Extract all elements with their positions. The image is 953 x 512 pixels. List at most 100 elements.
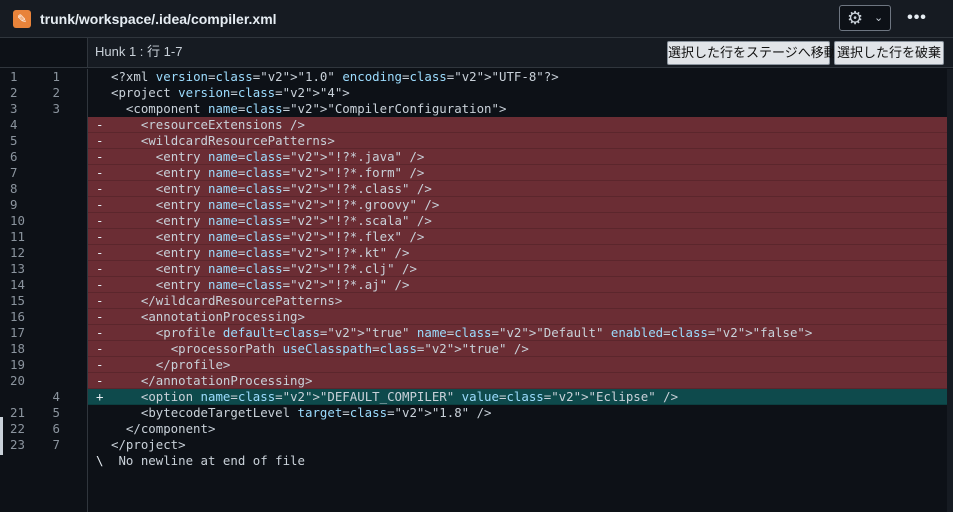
deleted-line[interactable]: 10 - <entry name=class="v2">"!?*.scala" /… xyxy=(0,213,947,229)
deleted-line[interactable]: 8 - <entry name=class="v2">"!?*.class" /> xyxy=(0,181,947,197)
old-line-number: 5 xyxy=(10,133,18,148)
diff-marker: - xyxy=(96,117,104,132)
file-path: trunk/workspace/.idea/compiler.xml xyxy=(40,11,277,27)
code-text: <entry name=class="v2">"!?*.flex" /> xyxy=(155,229,425,244)
diff-marker: - xyxy=(96,229,104,244)
old-line-number: 1 xyxy=(10,69,18,84)
old-line-number: 14 xyxy=(10,277,25,292)
deleted-line[interactable]: 16 - <annotationProcessing> xyxy=(0,309,947,325)
vertical-scrollbar[interactable] xyxy=(947,69,953,512)
diff-marker: - xyxy=(96,357,104,372)
diff-marker: - xyxy=(96,181,104,196)
old-line-number: 13 xyxy=(10,261,25,276)
line-content: - <wildcardResourcePatterns> xyxy=(88,133,947,149)
code-text: <entry name=class="v2">"!?*.clj" /> xyxy=(155,261,417,276)
hunk-header: Hunk 1 : 行 1-7 選択した行をステージへ移動 選択した行を破棄 xyxy=(0,38,953,68)
new-line-number: 2 xyxy=(52,85,60,100)
line-content: - <processorPath useClasspath=class="v2"… xyxy=(88,341,947,357)
deleted-line[interactable]: 11 - <entry name=class="v2">"!?*.flex" /> xyxy=(0,229,947,245)
code-text: </project> xyxy=(111,437,186,452)
old-line-number: 4 xyxy=(10,117,18,132)
code-text: <project version=class="v2">"4"> xyxy=(111,85,350,100)
deleted-line[interactable]: 19 - </profile> xyxy=(0,357,947,373)
old-line-number: 3 xyxy=(10,101,18,116)
context-line[interactable]: 21 5 <bytecodeTargetLevel target=class="v… xyxy=(0,405,947,421)
line-content: - <entry name=class="v2">"!?*.class" /> xyxy=(88,181,947,197)
diff-marker: + xyxy=(96,389,104,404)
old-line-number: 7 xyxy=(10,165,18,180)
line-content: <component name=class="v2">"CompilerConf… xyxy=(88,101,947,117)
line-content: - <resourceExtensions /> xyxy=(88,117,947,133)
old-line-number: 16 xyxy=(10,309,25,324)
added-line[interactable]: 4 + <option name=class="v2">"DEFAULT_COMP… xyxy=(0,389,947,405)
hunk-gutter xyxy=(0,38,88,67)
new-line-number: 4 xyxy=(52,389,60,404)
line-content: - <entry name=class="v2">"!?*.kt" /> xyxy=(88,245,947,261)
diff-view[interactable]: 1 1 <?xml version=class="v2">"1.0" encodin… xyxy=(0,69,953,512)
code-text: <resourceExtensions /> xyxy=(140,117,305,132)
deleted-line[interactable]: 6 - <entry name=class="v2">"!?*.java" /> xyxy=(0,149,947,165)
code-text: No newline at end of file xyxy=(111,453,305,468)
line-content: \ No newline at end of file xyxy=(88,453,947,469)
context-line[interactable]: 1 1 <?xml version=class="v2">"1.0" encodin… xyxy=(0,69,947,85)
old-line-number: 8 xyxy=(10,181,18,196)
diff-marker: - xyxy=(96,133,104,148)
context-line[interactable]: 22 6 </component> xyxy=(0,421,947,437)
deleted-line[interactable]: 18 - <processorPath useClasspath=class="v… xyxy=(0,341,947,357)
context-line[interactable]: 3 3 <component name=class="v2">"CompilerC… xyxy=(0,101,947,117)
diff-marker: - xyxy=(96,373,104,388)
new-line-number: 7 xyxy=(52,437,60,452)
old-line-number: 23 xyxy=(10,437,25,452)
line-content: <bytecodeTargetLevel target=class="v2">"… xyxy=(88,405,947,421)
old-line-number: 15 xyxy=(10,293,25,308)
line-content: - </wildcardResourcePatterns> xyxy=(88,293,947,309)
line-content: - <annotationProcessing> xyxy=(88,309,947,325)
code-text: <wildcardResourcePatterns> xyxy=(140,133,335,148)
deleted-line[interactable]: 17 - <profile default=class="v2">"true" n… xyxy=(0,325,947,341)
hunk-label: Hunk 1 : 行 1-7 xyxy=(95,44,183,59)
deleted-line[interactable]: 12 - <entry name=class="v2">"!?*.kt" /> xyxy=(0,245,947,261)
new-line-number: 5 xyxy=(52,405,60,420)
old-line-number: 22 xyxy=(10,421,25,436)
old-line-number: 6 xyxy=(10,149,18,164)
line-content: </component> xyxy=(88,421,947,437)
line-content: <project version=class="v2">"4"> xyxy=(88,85,947,101)
more-options-button[interactable]: ••• xyxy=(904,8,930,28)
stage-selected-lines-button[interactable]: 選択した行をステージへ移動 xyxy=(667,41,837,65)
line-content: </project> xyxy=(88,437,947,453)
gear-icon: ⚙ xyxy=(847,8,864,28)
diff-marker: - xyxy=(96,149,104,164)
deleted-line[interactable]: 20 - </annotationProcessing> xyxy=(0,373,947,389)
code-text: </wildcardResourcePatterns> xyxy=(140,293,343,308)
deleted-line[interactable]: 7 - <entry name=class="v2">"!?*.form" /> xyxy=(0,165,947,181)
diff-marker: - xyxy=(96,293,104,308)
deleted-line[interactable]: 4 - <resourceExtensions /> xyxy=(0,117,947,133)
old-line-number: 20 xyxy=(10,373,25,388)
new-line-number: 1 xyxy=(52,69,60,84)
line-content: - <entry name=class="v2">"!?*.java" /> xyxy=(88,149,947,165)
code-text: <?xml version=class="v2">"1.0" encoding=… xyxy=(111,69,559,84)
diff-marker: - xyxy=(96,261,104,276)
context-line[interactable]: 2 2 <project version=class="v2">"4"> xyxy=(0,85,947,101)
code-text: <profile default=class="v2">"true" name=… xyxy=(155,325,813,340)
deleted-line[interactable]: 5 - <wildcardResourcePatterns> xyxy=(0,133,947,149)
old-line-number: 9 xyxy=(10,197,18,212)
deleted-line[interactable]: 15 - </wildcardResourcePatterns> xyxy=(0,293,947,309)
context-line[interactable]: \ No newline at end of file xyxy=(0,453,947,469)
code-text: <annotationProcessing> xyxy=(140,309,305,324)
code-text: <entry name=class="v2">"!?*.java" /> xyxy=(155,149,425,164)
deleted-line[interactable]: 13 - <entry name=class="v2">"!?*.clj" /> xyxy=(0,261,947,277)
settings-dropdown-button[interactable]: ⚙ ⌄ xyxy=(839,5,891,31)
context-line[interactable]: 23 7 </project> xyxy=(0,437,947,453)
code-text: <option name=class="v2">"DEFAULT_COMPILE… xyxy=(140,389,679,404)
line-content: - <profile default=class="v2">"true" nam… xyxy=(88,325,947,341)
new-line-number: 3 xyxy=(52,101,60,116)
line-content: - <entry name=class="v2">"!?*.form" /> xyxy=(88,165,947,181)
old-line-number: 11 xyxy=(10,229,25,244)
discard-selected-lines-button[interactable]: 選択した行を破棄 xyxy=(834,41,944,65)
diff-marker: - xyxy=(96,325,104,340)
old-line-number: 17 xyxy=(10,325,25,340)
chevron-down-icon: ⌄ xyxy=(874,12,884,24)
deleted-line[interactable]: 14 - <entry name=class="v2">"!?*.aj" /> xyxy=(0,277,947,293)
deleted-line[interactable]: 9 - <entry name=class="v2">"!?*.groovy" /… xyxy=(0,197,947,213)
